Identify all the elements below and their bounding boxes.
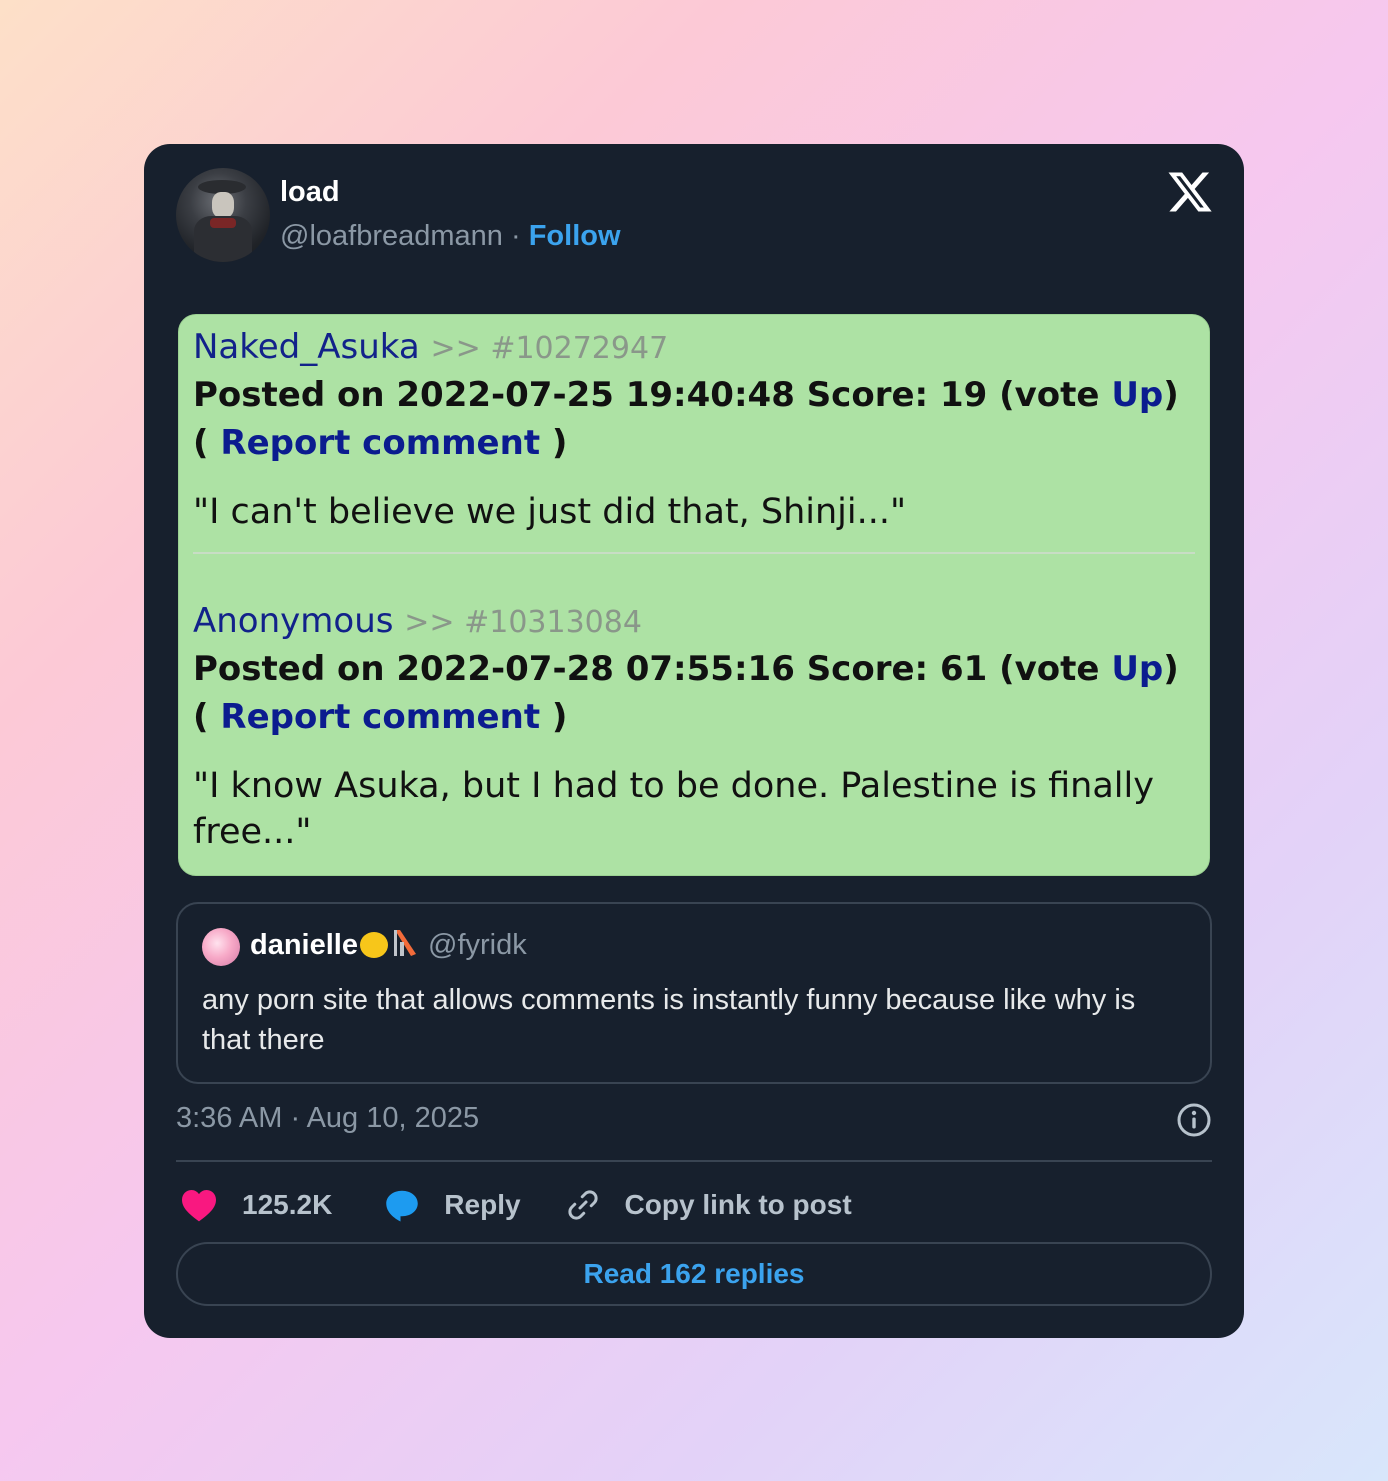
quoted-text: any porn site that allows comments is in… [202, 984, 1136, 1056]
read-replies-button[interactable]: Read 162 replies [176, 1242, 1212, 1306]
author-handle-row: @loafbreadmann · Follow [280, 220, 621, 253]
like-count: 125.2K [242, 1189, 333, 1220]
reply-button[interactable]: Reply [384, 1187, 521, 1223]
quoted-post[interactable]: danielle @fyridk any porn site that allow… [176, 902, 1212, 1084]
quoted-author-name: danielle [250, 929, 358, 961]
quoted-author-handle: @fyridk [428, 929, 527, 961]
reply-bubble-icon [386, 1190, 419, 1222]
comment-body: "I can't believe we just did that, Shinj… [193, 492, 907, 532]
comment: Naked_Asuka >> #10272947 Posted on 2022-… [193, 327, 1203, 535]
post-image[interactable]: Naked_Asuka >> #10272947 Posted on 2022-… [178, 314, 1210, 876]
comment-post-ref: >> #10313084 [404, 605, 642, 640]
vote-up-link: Up [1111, 375, 1164, 415]
like-button[interactable]: 125.2K [180, 1188, 332, 1222]
reply-label: Reply [444, 1189, 521, 1220]
author-handle[interactable]: @loafbreadmann [280, 220, 503, 252]
comment-posted-info: Posted on 2022-07-25 19:40:48 Score: 19 … [193, 375, 1100, 415]
report-comment-link: Report comment [220, 697, 541, 737]
quoted-author-avatar [202, 928, 240, 966]
comment-posted-info: Posted on 2022-07-28 07:55:16 Score: 61 … [193, 649, 1100, 689]
follow-button[interactable]: Follow [529, 220, 621, 252]
heart-icon [182, 1190, 216, 1222]
report-comment-link: Report comment [220, 423, 541, 463]
comment-post-ref: >> #10272947 [430, 331, 669, 366]
comment-body: "I know Asuka, but I had to be done. Pal… [193, 766, 1154, 852]
post-timestamp[interactable]: 3:36 AM · Aug 10, 2025 [176, 1102, 479, 1135]
slide-emoji-icon [394, 930, 416, 956]
link-icon [568, 1190, 598, 1220]
comment-poster: Naked_Asuka [193, 327, 420, 367]
actions-divider [176, 1160, 1212, 1162]
author-avatar[interactable] [176, 168, 270, 262]
x-logo-icon[interactable] [1166, 168, 1214, 216]
copy-link-label: Copy link to post [624, 1189, 852, 1220]
comment-poster: Anonymous [193, 601, 394, 641]
copy-link-button[interactable]: Copy link to post [565, 1187, 852, 1223]
info-icon[interactable] [1176, 1102, 1212, 1138]
action-bar: 125.2K Reply Copy link to post [180, 1184, 852, 1226]
comment-divider [193, 552, 1195, 554]
paren-close: ) [540, 423, 568, 463]
vote-up-link: Up [1111, 649, 1164, 689]
lemon-emoji-icon [360, 932, 388, 958]
comment: Anonymous >> #10313084 Posted on 2022-07… [193, 601, 1203, 855]
paren-close: ) [540, 697, 568, 737]
separator: · [510, 220, 521, 252]
quoted-author-row: danielle @fyridk [250, 928, 527, 962]
author-name[interactable]: load [280, 176, 340, 209]
post-card: load @loafbreadmann · Follow Naked_Asuka… [144, 144, 1244, 1338]
